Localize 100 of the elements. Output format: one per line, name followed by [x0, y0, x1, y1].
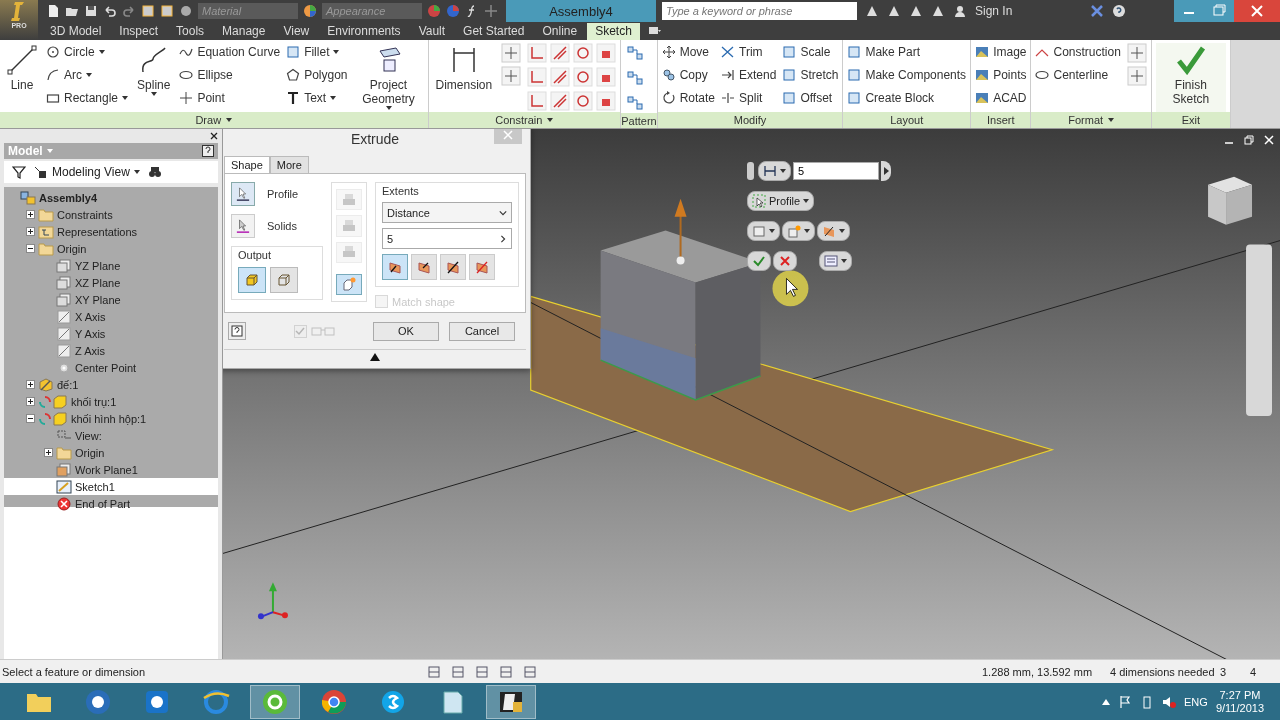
select-button[interactable]: [231, 182, 255, 206]
dimension-dropdown[interactable]: [758, 161, 791, 181]
panel-title[interactable]: Layout: [843, 112, 971, 128]
tree-item[interactable]: Origin: [4, 444, 218, 461]
operation-button[interactable]: [336, 273, 362, 295]
constraint-icon[interactable]: [527, 43, 548, 63]
dialog-button[interactable]: OK: [373, 321, 439, 341]
language-indicator[interactable]: ENG: [1184, 695, 1208, 708]
ribbon-button[interactable]: Create Block: [847, 89, 967, 107]
ribbon-button[interactable]: Fillet: [286, 43, 348, 61]
ribbon-tab[interactable]: View: [275, 23, 318, 40]
color-icon[interactable]: [179, 4, 193, 18]
panel-title[interactable]: Modify: [657, 112, 843, 128]
profile-button[interactable]: Profile: [747, 191, 815, 211]
toolbar-grip[interactable]: [747, 162, 754, 180]
ribbon-button[interactable]: Ellipse: [179, 66, 281, 84]
constraint-icon[interactable]: [550, 43, 571, 63]
ribbon-tab[interactable]: Online: [534, 23, 586, 40]
tree-item[interactable]: Assembly4: [4, 189, 218, 206]
pattern-icon[interactable]: [625, 68, 646, 88]
constraint-icon[interactable]: [527, 91, 548, 111]
tree-item[interactable]: Center Point: [4, 359, 218, 376]
ribbon-tab[interactable]: Inspect: [111, 23, 167, 40]
finish-sketch-button[interactable]: Finish Sketch: [1155, 43, 1226, 112]
panel-title[interactable]: Draw: [0, 112, 428, 128]
status-tool-icon[interactable]: [427, 664, 441, 679]
ok-button[interactable]: [747, 251, 771, 271]
tray-arrow-icon[interactable]: [1102, 698, 1111, 705]
tree-item[interactable]: Constraints: [4, 206, 218, 223]
expand-icon[interactable]: [26, 210, 35, 219]
constraint-icon[interactable]: [596, 91, 617, 111]
panel-title[interactable]: Pattern: [621, 113, 657, 128]
ribbon-tab[interactable]: Sketch: [587, 23, 640, 40]
constraint-icon[interactable]: [550, 67, 571, 87]
tree-item[interactable]: YZ Plane: [4, 257, 218, 274]
options-dropdown[interactable]: [819, 251, 852, 271]
pattern-icon[interactable]: [625, 43, 646, 63]
taskbar-app[interactable]: [486, 684, 536, 719]
expand-icon[interactable]: [370, 353, 380, 361]
ribbon-tab[interactable]: Tools: [168, 23, 213, 40]
speaker-muted-icon[interactable]: [1162, 694, 1177, 709]
tree-item[interactable]: View:: [4, 427, 218, 444]
constraint-icon[interactable]: [573, 91, 594, 111]
tree-item[interactable]: XY Plane: [4, 291, 218, 308]
collapse-icon[interactable]: [26, 244, 35, 253]
color-wheel-icon[interactable]: [303, 4, 317, 18]
play-icon[interactable]: [881, 161, 891, 181]
select-icon[interactable]: [141, 4, 155, 18]
select-button[interactable]: [231, 214, 255, 238]
ribbon-button[interactable]: Move: [661, 43, 716, 61]
ribbon-button[interactable]: Spline: [134, 43, 174, 112]
tree-item[interactable]: Sketch1: [4, 478, 218, 495]
undo-icon[interactable]: [103, 4, 117, 18]
ribbon-button[interactable]: Polygon: [286, 66, 348, 84]
save-icon[interactable]: [84, 4, 98, 18]
tree-item[interactable]: Representations: [4, 223, 218, 240]
status-tool-icon[interactable]: [475, 664, 489, 679]
extents-dropdown[interactable]: Distance: [382, 202, 512, 223]
pattern-icon[interactable]: [625, 93, 646, 113]
clock[interactable]: 7:27 PM 9/11/2013: [1215, 688, 1264, 715]
ribbon-button[interactable]: Split: [721, 89, 777, 107]
ribbon-tab[interactable]: Manage: [214, 23, 274, 40]
exchange-icon[interactable]: [1090, 4, 1105, 18]
ribbon-button[interactable]: Centerline: [1035, 66, 1121, 84]
tree-item[interactable]: End of Part: [4, 495, 218, 512]
ribbon-button[interactable]: Circle: [46, 43, 129, 61]
ribbon-button[interactable]: Scale: [782, 43, 839, 61]
dialog-tab[interactable]: Shape: [224, 156, 270, 173]
direction-button[interactable]: [440, 254, 466, 280]
status-tool-icon[interactable]: [451, 664, 465, 679]
expand-icon[interactable]: [26, 227, 35, 236]
ribbon-button[interactable]: Make Components: [847, 66, 967, 84]
color-wheel-icon[interactable]: [446, 4, 460, 18]
view-cube[interactable]: [1208, 176, 1253, 225]
direction-dropdown[interactable]: [817, 221, 850, 241]
panel-title[interactable]: Exit: [1151, 112, 1230, 128]
ribbon-button[interactable]: Equation Curve: [179, 43, 281, 61]
panel-title[interactable]: Constrain: [428, 112, 621, 128]
flag-icon[interactable]: [1118, 694, 1133, 709]
filter-icon[interactable]: [12, 165, 26, 179]
help-icon[interactable]: [202, 145, 214, 157]
tree-item[interactable]: XZ Plane: [4, 274, 218, 291]
close-icon[interactable]: [210, 132, 218, 140]
constraint-icon[interactable]: [573, 43, 594, 63]
tree-item[interactable]: Origin: [4, 240, 218, 257]
constraint-icon[interactable]: [596, 67, 617, 87]
color-wheel-icon[interactable]: [427, 4, 441, 18]
ribbon-button[interactable]: Rotate: [661, 89, 716, 107]
tree-item[interactable]: khối trụ:1: [4, 393, 218, 410]
dialog-button[interactable]: Cancel: [449, 321, 515, 341]
ribbon-tab[interactable]: Environments: [319, 23, 409, 40]
expand-icon[interactable]: [44, 448, 53, 457]
search-field[interactable]: Type a keyword or phrase: [662, 2, 857, 20]
expand-icon[interactable]: [26, 397, 35, 406]
tree-item[interactable]: Work Plane1: [4, 461, 218, 478]
ribbon-tab[interactable]: 3D Model: [42, 23, 110, 40]
tree-item[interactable]: đế:1: [4, 376, 218, 393]
panel-title[interactable]: Insert: [971, 112, 1031, 128]
status-tool-icon[interactable]: [499, 664, 513, 679]
ribbon-button[interactable]: Image: [975, 43, 1027, 61]
